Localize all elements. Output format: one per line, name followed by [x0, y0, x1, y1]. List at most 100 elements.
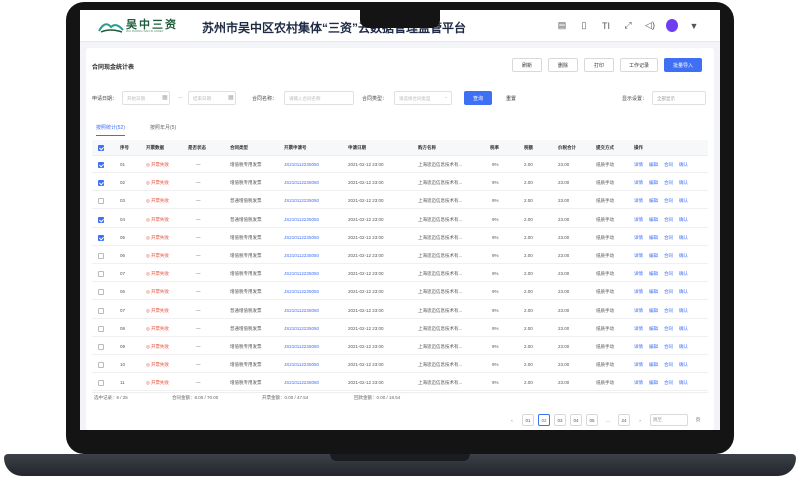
calendar-icon[interactable]: ▦	[162, 94, 168, 101]
row-op-link[interactable]: 详情	[634, 253, 643, 258]
cell-code[interactable]: JS210112235050	[284, 157, 319, 173]
jump-to-page-input[interactable]: 跳至	[650, 414, 688, 426]
row-op-link[interactable]: 合同	[664, 326, 673, 331]
table-row[interactable]: 07 开票失败 — 普通增值税发票 JS210112235050 2021-02-12 2…	[92, 303, 708, 319]
row-op-link[interactable]: 合同	[664, 308, 673, 313]
table-row[interactable]: 11 开票失败 — 增值税专用发票 JS210112235050 2021-02-12 2…	[92, 375, 708, 392]
table-row[interactable]: 06 开票失败 — 增值税专用发票 JS210112235050 2021-02-12 2…	[92, 248, 708, 264]
row-op-link[interactable]: 编辑	[649, 253, 658, 258]
row-op-link[interactable]: 编辑	[649, 180, 658, 185]
table-row[interactable]: 06 开票失败 — 增值税专用发票 JS210112235050 2021-02-12 2…	[92, 284, 708, 301]
row-op-link[interactable]: 确认	[679, 271, 688, 276]
row-op-link[interactable]: 编辑	[649, 162, 658, 167]
page-button[interactable]: 03	[554, 414, 566, 426]
row-checkbox[interactable]	[98, 162, 104, 168]
row-op-link[interactable]: 合同	[664, 217, 673, 222]
row-op-link[interactable]: 确认	[679, 162, 688, 167]
avatar[interactable]	[666, 19, 678, 32]
row-op-link[interactable]: 确认	[679, 289, 688, 294]
file-icon[interactable]: ▯	[578, 20, 590, 31]
row-op-link[interactable]: 详情	[634, 235, 643, 240]
page-button[interactable]: 04	[570, 414, 582, 426]
delete-button[interactable]: 删除	[547, 58, 578, 72]
row-op-link[interactable]: 确认	[679, 180, 688, 185]
row-op-link[interactable]: 确认	[679, 235, 688, 240]
prev-page-button[interactable]: ‹	[506, 414, 518, 426]
row-op-link[interactable]: 合同	[664, 344, 673, 349]
row-op-link[interactable]: 合同	[664, 198, 673, 203]
work-log-button[interactable]: 工作记录	[619, 58, 658, 72]
row-op-link[interactable]: 编辑	[649, 198, 658, 203]
select-all-checkbox[interactable]	[98, 145, 104, 151]
row-op-link[interactable]: 合同	[664, 162, 673, 167]
row-op-link[interactable]: 合同	[664, 289, 673, 294]
table-row[interactable]: 02 开票失败 — 增值税专用发票 JS210112235050 2021-02-12 2…	[92, 175, 708, 192]
tab-by-stat[interactable]: 按照统计(52)	[96, 124, 125, 136]
query-button[interactable]: 查询	[464, 91, 493, 105]
row-checkbox[interactable]	[98, 216, 104, 223]
table-row[interactable]: 07 开票失败 — 增值税专用发票 JS210112235050 2021-02-12 2…	[92, 266, 708, 283]
row-op-link[interactable]: 编辑	[649, 362, 658, 367]
table-row[interactable]: 04 开票失败 — 普通增值税发票 JS210112235050 2021-02-12 2…	[92, 212, 708, 228]
doc-icon[interactable]: ▤	[556, 20, 568, 31]
row-op-link[interactable]: 确认	[679, 344, 688, 349]
row-checkbox[interactable]	[98, 325, 104, 332]
page-button[interactable]: 01	[522, 414, 534, 426]
cell-code[interactable]: JS210112235050	[284, 248, 319, 264]
row-op-link[interactable]: 详情	[634, 362, 643, 367]
cell-code[interactable]: JS210112235050	[284, 303, 319, 319]
row-checkbox[interactable]	[98, 307, 104, 314]
row-checkbox[interactable]	[98, 362, 104, 369]
row-op-link[interactable]: 编辑	[649, 235, 658, 240]
row-op-link[interactable]: 合同	[664, 253, 673, 258]
cell-code[interactable]: JS210112235050	[284, 230, 319, 246]
row-op-link[interactable]: 合同	[664, 380, 673, 385]
row-checkbox[interactable]	[98, 253, 104, 259]
row-op-link[interactable]: 确认	[679, 326, 688, 331]
page-button-active[interactable]: 02	[538, 414, 550, 426]
row-op-link[interactable]: 合同	[664, 180, 673, 185]
table-row[interactable]: 01 开票失败 — 增值税专用发票 JS210112235050 2021-02-12 2…	[92, 157, 708, 173]
table-row[interactable]: 03 开票失败 — 普通增值税发票 JS210112235050 2021-02-12 2…	[92, 193, 708, 210]
cell-code[interactable]: JS210112235050	[284, 357, 319, 373]
caret-down-icon[interactable]: ▼	[688, 21, 700, 31]
row-op-link[interactable]: 确认	[679, 308, 688, 313]
table-row[interactable]: 05 开票失败 — 增值税专用发票 JS210112235050 2021-02-12 2…	[92, 230, 708, 246]
row-op-link[interactable]: 编辑	[649, 326, 658, 331]
row-op-link[interactable]: 确认	[679, 217, 688, 222]
print-button[interactable]: 打印	[583, 58, 614, 72]
row-op-link[interactable]: 详情	[634, 380, 643, 385]
cell-code[interactable]: JS210112235050	[284, 212, 319, 228]
last-page-button[interactable]: 24	[618, 414, 630, 426]
chevron-down-icon[interactable]: ⌄	[444, 94, 447, 99]
app-logo[interactable]: 吴中三资 WU ZHONG SAN ZI ASSET	[98, 16, 188, 36]
row-op-link[interactable]: 编辑	[649, 289, 658, 294]
display-settings-select[interactable]: 全部显示	[652, 91, 706, 105]
row-op-link[interactable]: 编辑	[649, 380, 658, 385]
cell-code[interactable]: JS210112235050	[284, 284, 319, 300]
refresh-button[interactable]: 刷新	[511, 58, 542, 72]
cell-code[interactable]: JS210112235050	[284, 375, 319, 391]
row-op-link[interactable]: 详情	[634, 326, 643, 331]
page-button[interactable]: 05	[586, 414, 598, 426]
row-op-link[interactable]: 编辑	[649, 217, 658, 222]
row-op-link[interactable]: 确认	[679, 253, 688, 258]
cell-code[interactable]: JS210112235050	[284, 339, 319, 355]
row-op-link[interactable]: 合同	[664, 235, 673, 240]
table-row[interactable]: 09 开票失败 — 增值税专用发票 JS210112235050 2021-02-12 2…	[92, 339, 708, 355]
row-op-link[interactable]: 详情	[634, 289, 643, 294]
row-op-link[interactable]: 详情	[634, 217, 643, 222]
row-checkbox[interactable]	[98, 180, 104, 187]
table-row[interactable]: 10 开票失败 — 增值税专用发票 JS210112235050 2021-02-12 2…	[92, 357, 708, 374]
batch-import-button[interactable]: 批量导入	[663, 58, 702, 72]
row-op-link[interactable]: 确认	[679, 380, 688, 385]
tab-by-month[interactable]: 按照年月(5)	[150, 124, 176, 135]
row-op-link[interactable]: 详情	[634, 180, 643, 185]
row-checkbox[interactable]	[98, 344, 104, 350]
row-checkbox[interactable]	[98, 289, 104, 296]
calendar-icon[interactable]: ▦	[228, 94, 234, 101]
row-checkbox[interactable]	[98, 198, 104, 205]
cell-code[interactable]: JS210112235050	[284, 321, 319, 337]
row-checkbox[interactable]	[98, 271, 104, 278]
next-page-button[interactable]: ›	[634, 414, 646, 426]
